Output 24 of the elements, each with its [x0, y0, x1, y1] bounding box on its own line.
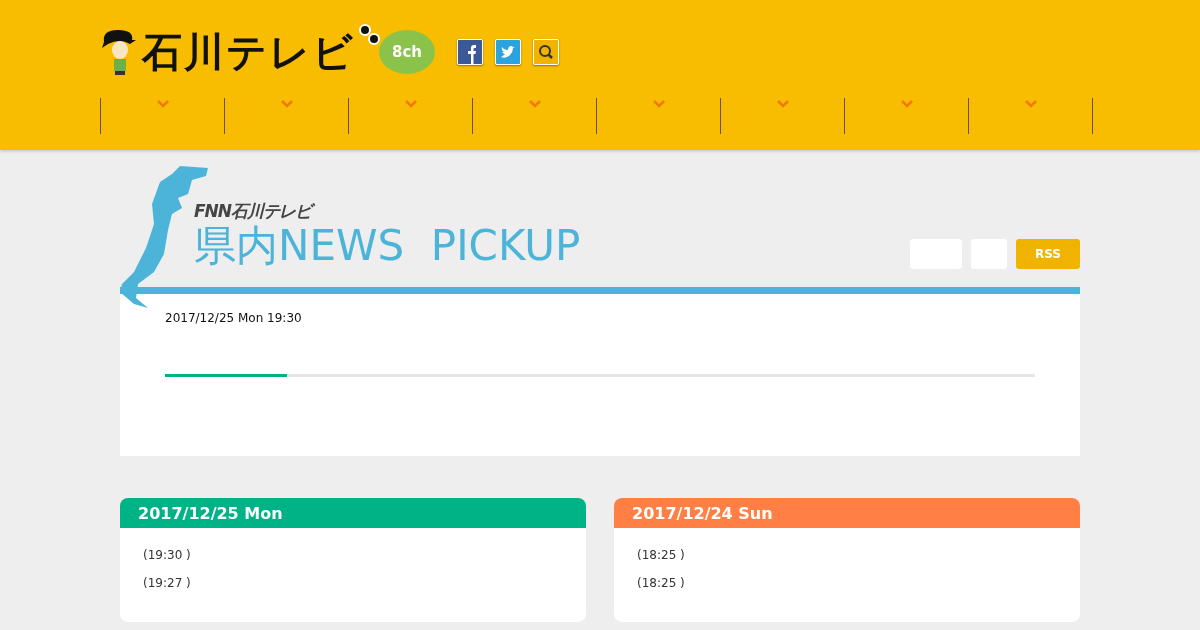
chevron-icon — [404, 100, 417, 108]
channel-badge: 8ch — [379, 30, 435, 74]
news-item[interactable]: (18:25 ) — [637, 546, 1057, 564]
section-title: 県内NEWS PICKUP — [194, 222, 581, 269]
news-item[interactable]: (18:25 ) — [637, 574, 1057, 592]
chevron-icon — [776, 100, 789, 108]
timestamp: 2017/12/25 Mon 19:30 — [165, 311, 303, 325]
chevron-icon — [652, 100, 665, 108]
twitter-icon[interactable] — [495, 39, 521, 65]
brand-logo: FNN石川テレビ — [194, 199, 581, 223]
mascot-icon — [100, 28, 138, 76]
news-item[interactable]: (19:27 ) — [143, 574, 563, 592]
day-header: 2017/12/24 Sun — [614, 498, 1080, 528]
chevron-icon — [1024, 100, 1037, 108]
search-icon[interactable] — [533, 39, 559, 65]
day-header: 2017/12/25 Mon — [120, 498, 586, 528]
eyes-icon — [359, 24, 381, 46]
logo-text[interactable]: 石川テレビ — [142, 32, 355, 72]
chevron-icon — [156, 100, 169, 108]
facebook-icon[interactable] — [457, 39, 483, 65]
chevron-icon — [900, 100, 913, 108]
chevron-icon — [280, 100, 293, 108]
chevron-icon — [528, 100, 541, 108]
news-item[interactable]: (19:30 ) — [143, 546, 563, 564]
